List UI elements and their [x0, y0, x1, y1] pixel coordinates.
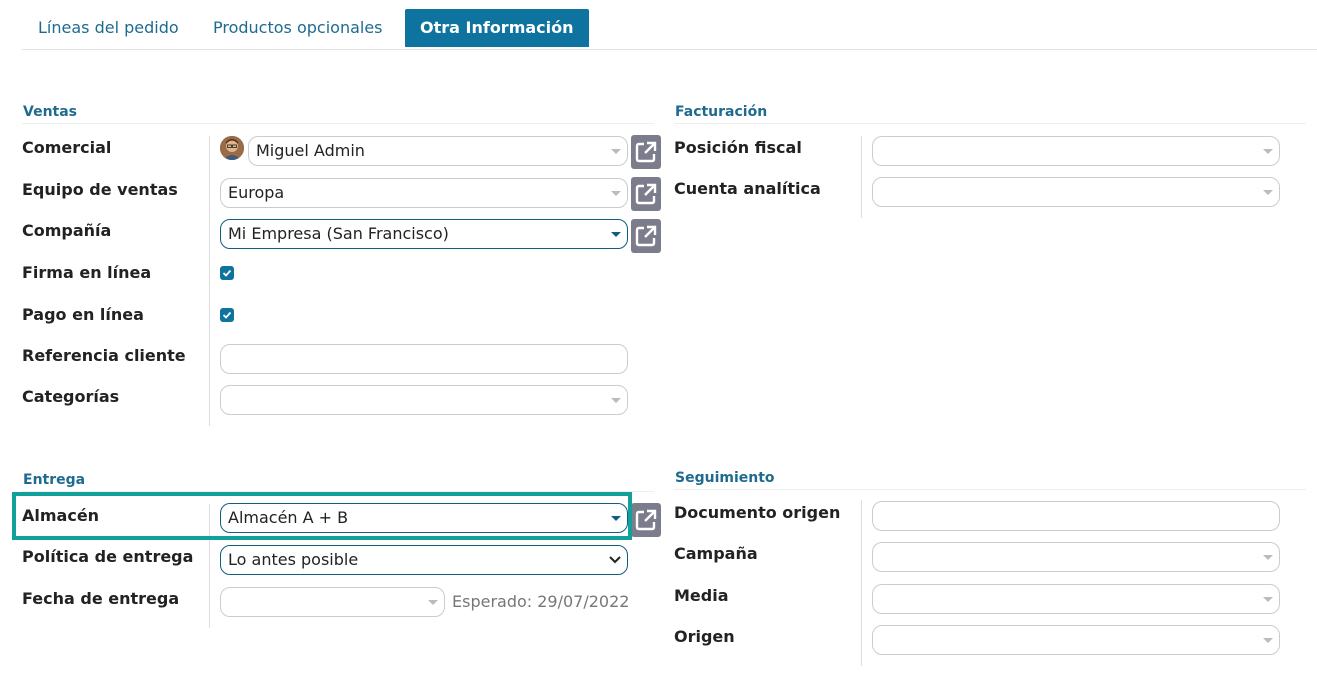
referencia-input[interactable] [220, 344, 628, 374]
ventas-column-separator [209, 136, 210, 426]
dropdown-caret-icon [611, 398, 621, 403]
fecha-esperada-hint: Esperado: 29/07/2022 [452, 592, 630, 611]
cuenta-analitica-select[interactable] [872, 177, 1280, 207]
equipo-external-link-button[interactable] [631, 177, 661, 211]
pago-checkbox[interactable] [220, 308, 234, 322]
seguimiento-column-separator [861, 500, 862, 666]
firma-label: Firma en línea [22, 263, 152, 282]
comercial-value: Miguel Admin [256, 141, 365, 160]
dropdown-caret-icon [611, 191, 621, 196]
facturacion-section-title: Facturación [675, 104, 768, 120]
compania-value: Mi Empresa (San Francisco) [228, 224, 449, 243]
external-link-icon [635, 509, 657, 531]
seguimiento-section-title: Seguimiento [675, 470, 775, 486]
check-icon [222, 269, 232, 277]
comercial-label: Comercial [22, 138, 112, 157]
media-select[interactable] [872, 584, 1280, 614]
external-link-icon [635, 141, 657, 163]
politica-label: Política de entrega [22, 547, 194, 566]
ventas-divider [22, 123, 654, 124]
comercial-external-link-button[interactable] [631, 135, 661, 169]
origen-select[interactable] [872, 625, 1280, 655]
almacen-external-link-button[interactable] [631, 503, 661, 537]
dropdown-caret-icon [1263, 555, 1273, 560]
posicion-fiscal-select[interactable] [872, 136, 1280, 166]
media-label: Media [674, 586, 729, 605]
equipo-value: Europa [228, 183, 285, 202]
documento-origen-label: Documento origen [674, 503, 841, 522]
referencia-label: Referencia cliente [22, 346, 186, 365]
equipo-label: Equipo de ventas [22, 180, 178, 199]
comercial-select[interactable]: Miguel Admin [248, 136, 628, 166]
tab-productos-opcionales[interactable]: Productos opcionales [197, 9, 399, 47]
compania-external-link-button[interactable] [631, 219, 661, 253]
equipo-select[interactable]: Europa [220, 178, 628, 208]
ventas-section-title: Ventas [23, 104, 78, 120]
pago-label: Pago en línea [22, 305, 144, 324]
dropdown-caret-icon [611, 149, 621, 154]
cuenta-analitica-label: Cuenta analítica [674, 179, 821, 198]
facturacion-column-separator [861, 136, 862, 218]
dropdown-caret-icon [1263, 149, 1273, 154]
tab-lineas-del-pedido[interactable]: Líneas del pedido [22, 9, 195, 47]
fecha-entrega-label: Fecha de entrega [22, 589, 180, 608]
user-avatar [220, 136, 244, 160]
dropdown-caret-icon [611, 232, 621, 237]
compania-label: Compañía [22, 221, 112, 240]
facturacion-divider [674, 123, 1306, 124]
dropdown-caret-icon [428, 600, 438, 605]
check-icon [222, 311, 232, 319]
fecha-entrega-input[interactable] [220, 587, 445, 617]
categorias-label: Categorías [22, 387, 120, 406]
dropdown-caret-icon [1263, 190, 1273, 195]
campana-select[interactable] [872, 542, 1280, 572]
seguimiento-divider [674, 489, 1306, 490]
dropdown-caret-icon [1263, 597, 1273, 602]
categorias-select[interactable] [220, 385, 628, 415]
almacen-highlight-box [12, 492, 632, 540]
origen-label: Origen [674, 627, 735, 646]
external-link-icon [635, 225, 657, 247]
dropdown-caret-icon [1263, 638, 1273, 643]
politica-value: Lo antes posible [228, 550, 359, 569]
entrega-section-title: Entrega [23, 472, 86, 488]
documento-origen-input[interactable] [872, 501, 1280, 531]
campana-label: Campaña [674, 544, 758, 563]
chevron-down-icon [609, 552, 621, 573]
notebook-tabs: Líneas del pedido Productos opcionales O… [22, 9, 1317, 50]
politica-select[interactable]: Lo antes posible [220, 545, 628, 575]
posicion-fiscal-label: Posición fiscal [674, 138, 802, 157]
external-link-icon [635, 183, 657, 205]
compania-select[interactable]: Mi Empresa (San Francisco) [220, 219, 628, 249]
firma-checkbox[interactable] [220, 266, 234, 280]
tab-otra-informacion[interactable]: Otra Información [405, 9, 589, 47]
